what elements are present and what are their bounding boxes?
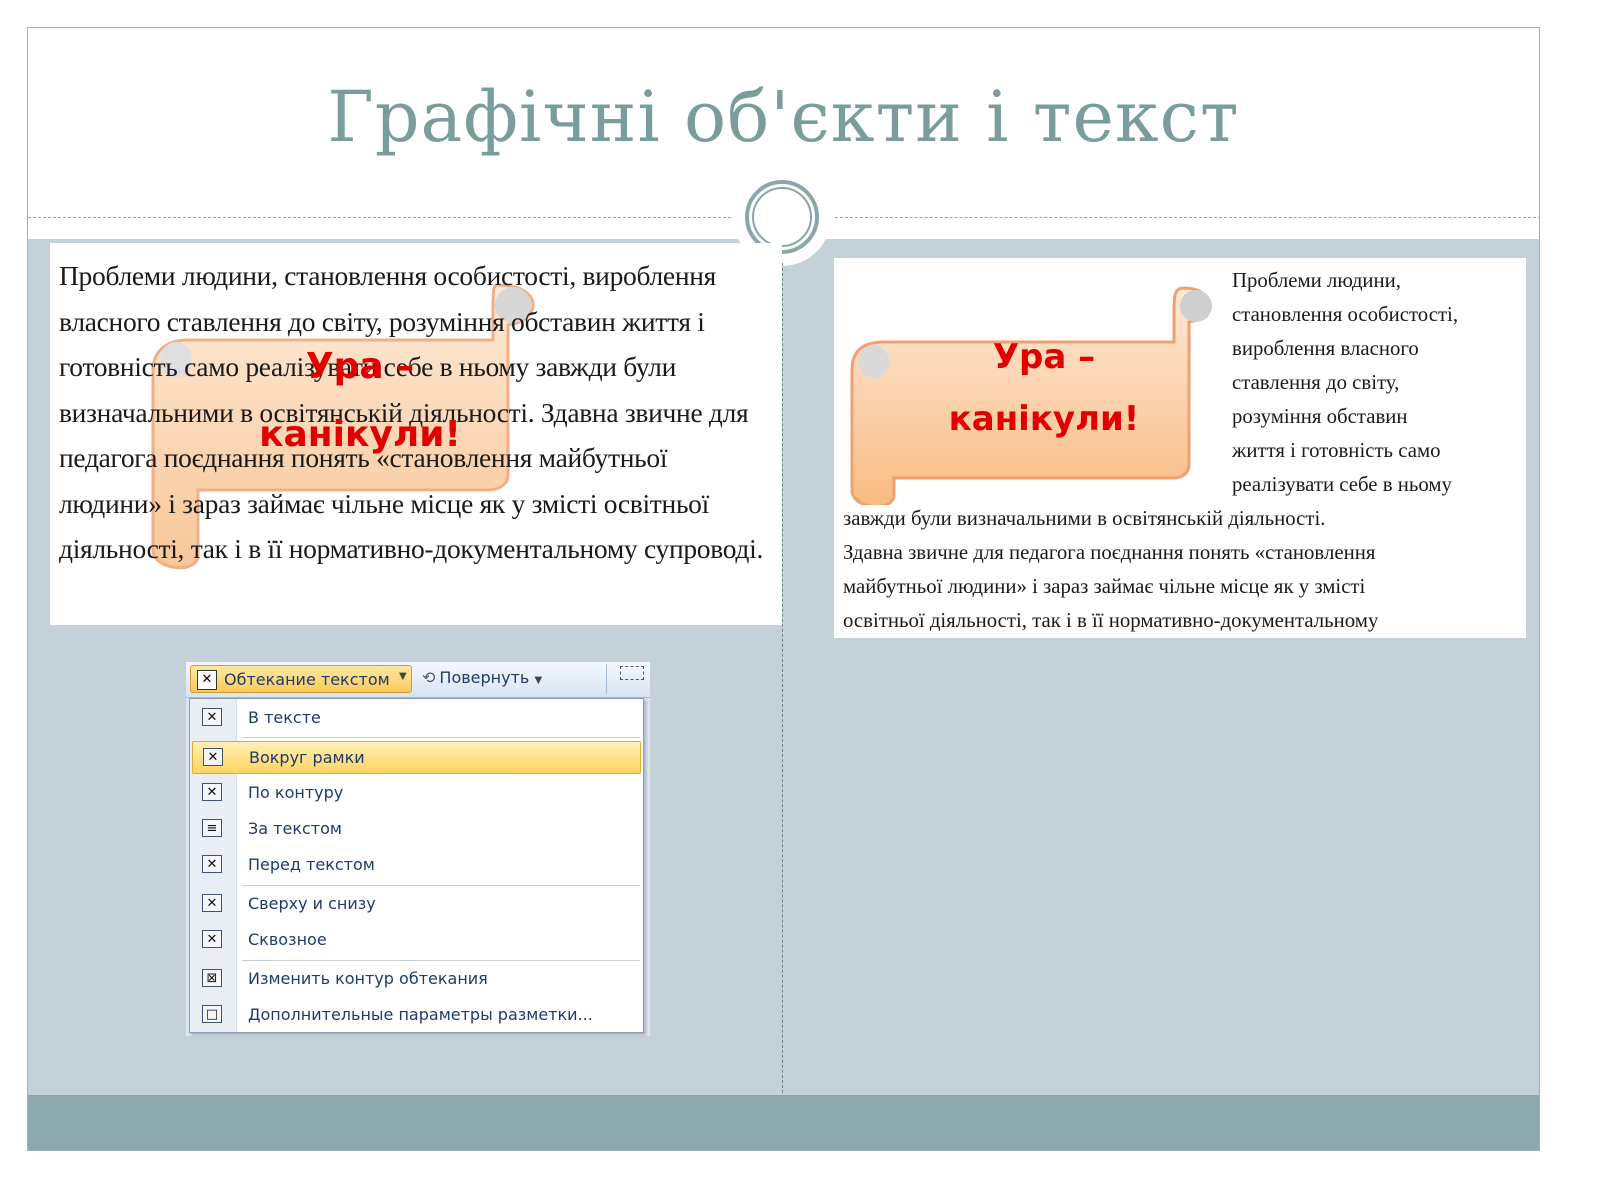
text-wrapping-dropdown: ✕ В тексте ✕ Вокруг рамки ✕ По контуру ≡… bbox=[189, 698, 644, 1033]
in-front-text-icon: ✕ bbox=[202, 855, 222, 873]
slide-footer-bar bbox=[28, 1095, 1539, 1150]
inline-wrap-icon: ✕ bbox=[202, 708, 222, 726]
arrange-dialog-launcher-icon[interactable] bbox=[620, 666, 644, 680]
banner-line-1: Ура – bbox=[305, 346, 415, 387]
menu-item-edit-wrap-points[interactable]: ⊠ Изменить контур обтекания bbox=[192, 963, 641, 996]
text-wrapping-button[interactable]: ✕ Обтекание текстом ▼ bbox=[190, 665, 412, 693]
layout-options-icon: □ bbox=[202, 1005, 222, 1023]
menu-separator bbox=[242, 885, 640, 886]
tight-wrap-icon: ✕ bbox=[202, 783, 222, 801]
wrapped-line: ставлення до світу, bbox=[1232, 371, 1400, 394]
wrapped-line: вироблення власного bbox=[1232, 337, 1419, 360]
text-line: Здавна звичне для педагога поєднання пон… bbox=[843, 541, 1376, 564]
menu-item-label: Дополнительные параметры разметки... bbox=[248, 1005, 593, 1024]
wrapped-line: розуміння обставин bbox=[1232, 405, 1408, 428]
banner-line-2: канікули! bbox=[948, 399, 1140, 439]
chevron-down-icon: ▼ bbox=[399, 671, 407, 682]
slide-title: Графічні об'єкти і текст bbox=[327, 76, 1240, 158]
menu-item-more-layout-options[interactable]: □ Дополнительные параметры разметки... bbox=[192, 999, 641, 1032]
menu-item-top-and-bottom[interactable]: ✕ Сверху и снизу bbox=[192, 888, 641, 921]
menu-item-square[interactable]: ✕ Вокруг рамки bbox=[192, 741, 641, 774]
ribbon-separator bbox=[606, 664, 607, 694]
title-ornament-ring bbox=[752, 187, 812, 247]
chevron-down-icon: ▼ bbox=[534, 675, 543, 686]
rotate-label: Повернуть bbox=[439, 668, 530, 687]
rotate-icon: ⟲ bbox=[422, 668, 436, 687]
text-line: майбутньої людини» і зараз займає чільне… bbox=[843, 575, 1366, 598]
menu-item-through[interactable]: ✕ Сквозное bbox=[192, 924, 641, 957]
menu-item-inline[interactable]: ✕ В тексте bbox=[192, 702, 641, 735]
menu-item-tight[interactable]: ✕ По контуру bbox=[192, 777, 641, 810]
menu-item-label: Сквозное bbox=[248, 930, 327, 949]
left-document-example: Ура – канікули! Проблеми людини, становл… bbox=[50, 243, 782, 625]
wrapped-line: становлення особистості, bbox=[1232, 303, 1459, 326]
banner-text-right: Ура – канікули! bbox=[884, 326, 1204, 450]
right-document-example: Ура – канікули! Проблеми людини, становл… bbox=[834, 258, 1526, 638]
banner-text-left: Ура – канікули! bbox=[170, 333, 550, 469]
column-divider bbox=[782, 263, 783, 1123]
ribbon-toolbar: ✕ Обтекание текстом ▼ ⟲ Повернуть ▼ bbox=[186, 662, 650, 698]
menu-separator bbox=[242, 737, 640, 738]
right-full-width-text: завжди були визначальними в освітянській… bbox=[843, 502, 1523, 638]
menu-item-label: За текстом bbox=[248, 819, 342, 838]
header-divider-left bbox=[28, 217, 731, 218]
menu-item-label: Вокруг рамки bbox=[249, 748, 365, 767]
text-line: освітньої діяльності, так і в її нормати… bbox=[843, 609, 1379, 632]
text-wrapping-icon: ✕ bbox=[197, 670, 217, 690]
text-wrapping-label: Обтекание текстом bbox=[224, 670, 390, 689]
wrapped-line: Проблеми людини, bbox=[1232, 269, 1402, 292]
menu-item-label: В тексте bbox=[248, 708, 321, 727]
wrapped-line: життя і готовність само bbox=[1232, 439, 1441, 462]
menu-separator bbox=[242, 960, 640, 961]
right-wrapped-text: Проблеми людини, становлення особистості… bbox=[1232, 264, 1522, 502]
header-divider-right bbox=[835, 217, 1539, 218]
rotate-button[interactable]: ⟲ Повернуть ▼ bbox=[422, 668, 542, 687]
menu-item-label: По контуру bbox=[248, 783, 344, 802]
edit-wrap-points-icon: ⊠ bbox=[202, 969, 222, 987]
menu-item-in-front-of-text[interactable]: ✕ Перед текстом bbox=[192, 849, 641, 882]
top-bottom-wrap-icon: ✕ bbox=[202, 894, 222, 912]
banner-line-2: канікули! bbox=[259, 414, 461, 455]
through-wrap-icon: ✕ bbox=[202, 930, 222, 948]
banner-line-1: Ура – bbox=[992, 337, 1096, 377]
menu-item-label: Сверху и снизу bbox=[248, 894, 376, 913]
behind-text-icon: ≡ bbox=[202, 819, 222, 837]
wrapped-line: реалізувати себе в ньому bbox=[1232, 473, 1452, 496]
menu-item-label: Изменить контур обтекания bbox=[248, 969, 488, 988]
square-wrap-icon: ✕ bbox=[203, 748, 223, 766]
slide: Графічні об'єкти і текст Ура – канікули!… bbox=[27, 27, 1540, 1151]
text-wrapping-menu-screenshot: ✕ Обтекание текстом ▼ ⟲ Повернуть ▼ ✕ В т… bbox=[186, 662, 650, 1036]
text-line: завжди були визначальними в освітянській… bbox=[843, 507, 1326, 530]
menu-item-behind-text[interactable]: ≡ За текстом bbox=[192, 813, 641, 846]
menu-item-label: Перед текстом bbox=[248, 855, 375, 874]
